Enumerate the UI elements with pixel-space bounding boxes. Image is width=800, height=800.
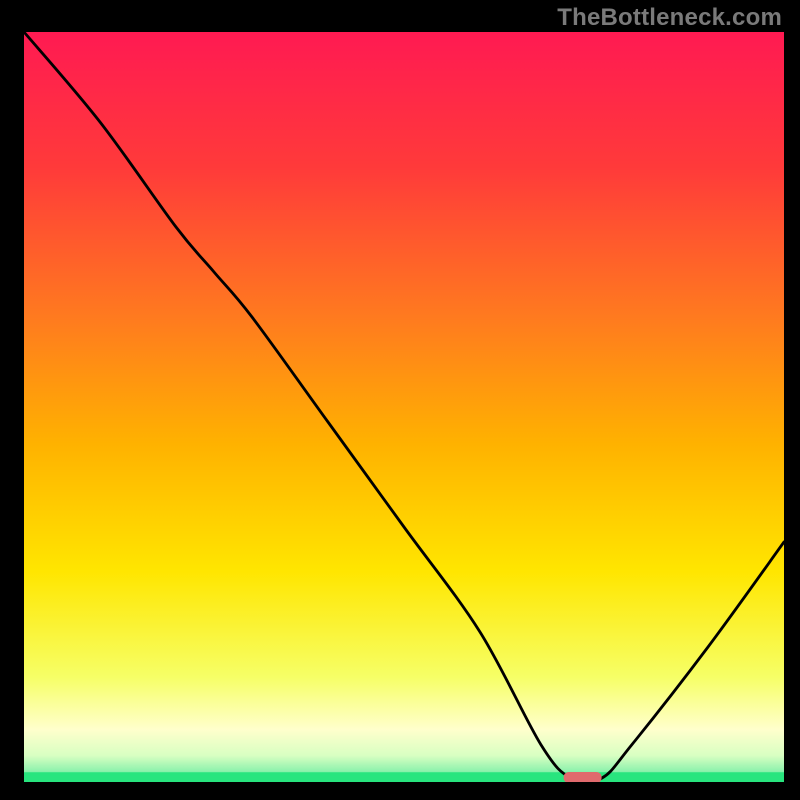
optimal-marker	[564, 772, 602, 783]
gradient-background	[24, 32, 784, 782]
chart-frame: TheBottleneck.com	[0, 0, 800, 800]
chart-canvas	[0, 0, 800, 800]
green-floor-band	[24, 772, 784, 782]
